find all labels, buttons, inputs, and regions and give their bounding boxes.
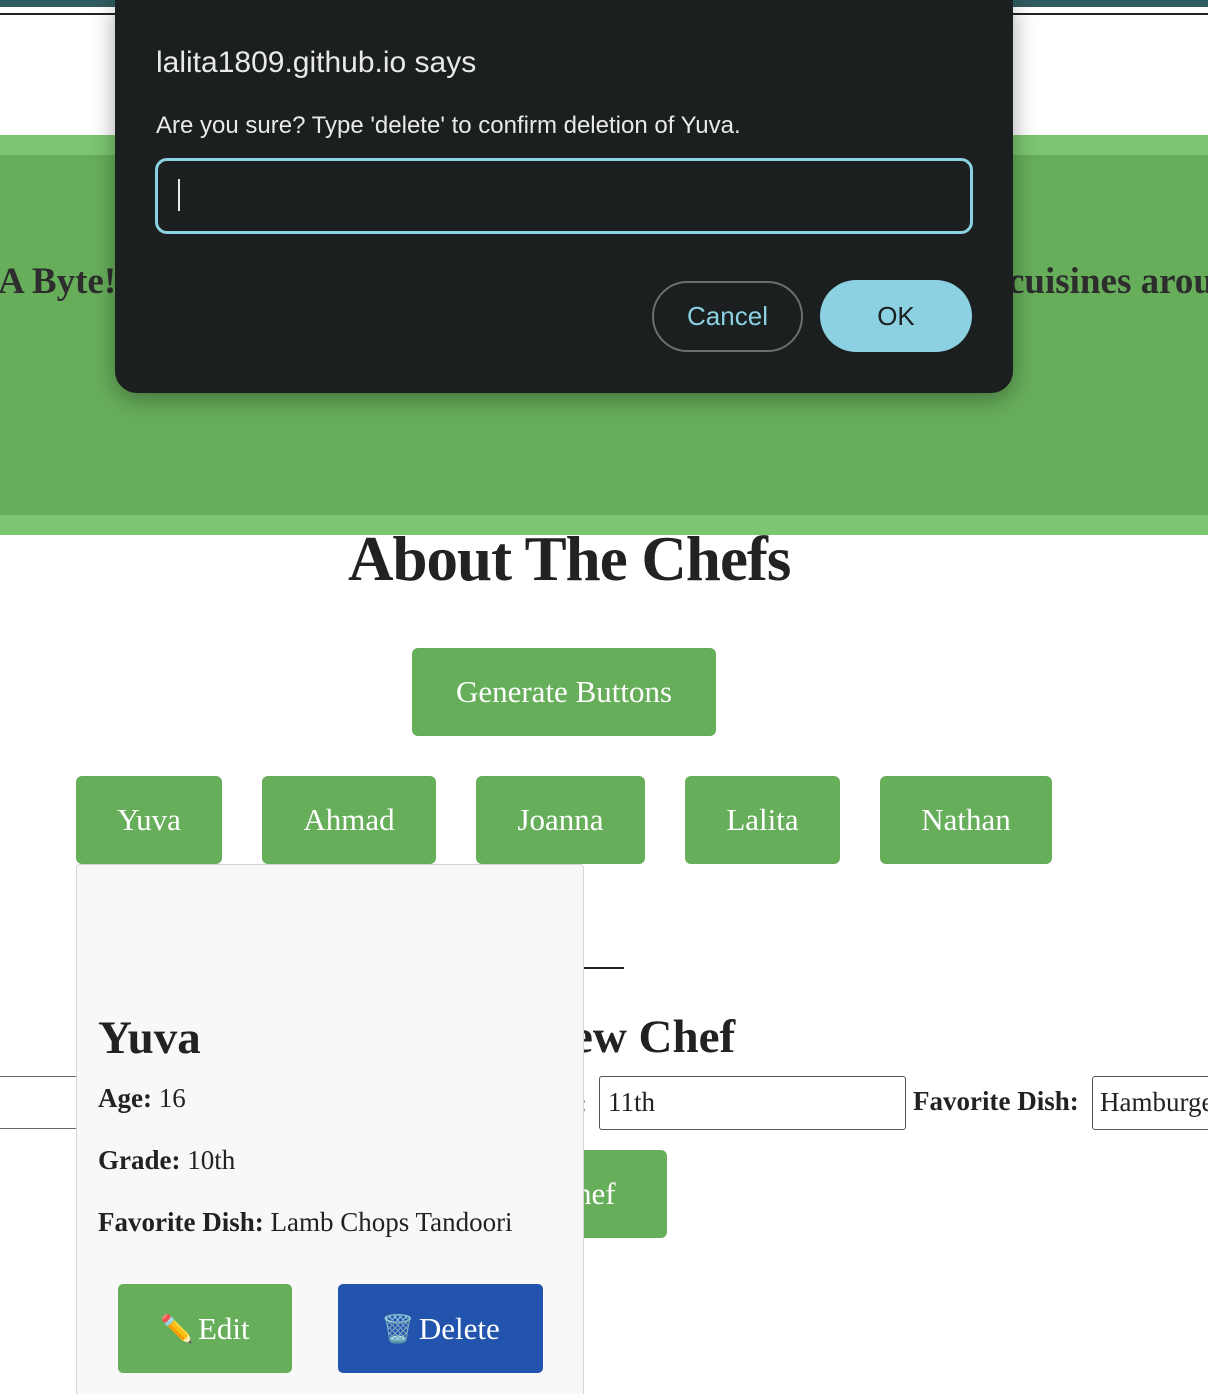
generate-buttons-button[interactable]: Generate Buttons <box>412 648 716 736</box>
ok-button[interactable]: OK <box>820 280 972 352</box>
edit-button-label: Edit <box>197 1310 250 1346</box>
chef-card-name: Yuva <box>98 1012 201 1064</box>
section-divider <box>583 967 624 969</box>
pencil-icon: ✏️ <box>160 1313 194 1345</box>
dialog-title: lalita1809.github.io says <box>156 46 477 79</box>
chef-button-nathan[interactable]: Nathan <box>880 776 1052 864</box>
chef-card-dish: Favorite Dish: Lamb Chops Tandoori <box>98 1207 513 1238</box>
chef-button-ahmad[interactable]: Ahmad <box>262 776 436 864</box>
age-label: Age: <box>98 1083 152 1113</box>
hero-text-right: cuisines arou <box>1008 261 1208 302</box>
dish-label: Favorite Dish: <box>98 1207 264 1237</box>
grade-label: Grade: <box>98 1145 181 1175</box>
delete-button[interactable]: 🗑️ Delete <box>338 1284 543 1373</box>
add-chef-title: ew Chef <box>572 1011 736 1063</box>
chef-card-grade: Grade: 10th <box>98 1145 235 1176</box>
favorite-dish-input[interactable]: Hamburger <box>1092 1076 1208 1130</box>
chef-card-age: Age: 16 <box>98 1083 186 1114</box>
chef-button-joanna[interactable]: Joanna <box>476 776 645 864</box>
chef-button-yuva[interactable]: Yuva <box>76 776 222 864</box>
cancel-button[interactable]: Cancel <box>652 281 803 352</box>
chef-button-lalita[interactable]: Lalita <box>685 776 840 864</box>
trash-icon: 🗑️ <box>381 1313 415 1345</box>
dialog-text-input[interactable] <box>155 158 973 234</box>
delete-button-label: Delete <box>418 1310 500 1346</box>
name-input[interactable] <box>0 1076 80 1129</box>
grade-value: 10th <box>187 1145 236 1175</box>
favorite-dish-label: Favorite Dish: <box>913 1086 1079 1116</box>
hero-text-left: A Byte! <box>0 261 117 302</box>
grade-input[interactable]: 11th <box>599 1076 906 1130</box>
text-caret <box>178 179 180 211</box>
chef-card: Yuva Age: 16 Grade: 10th Favorite Dish: … <box>76 864 584 1394</box>
dialog-message: Are you sure? Type 'delete' to confirm d… <box>156 112 741 139</box>
age-value: 16 <box>158 1083 186 1113</box>
edit-button[interactable]: ✏️ Edit <box>118 1284 292 1373</box>
prompt-dialog: lalita1809.github.io says Are you sure? … <box>115 0 1013 393</box>
dish-value: Lamb Chops Tandoori <box>270 1207 513 1237</box>
about-title: About The Chefs <box>348 524 791 594</box>
